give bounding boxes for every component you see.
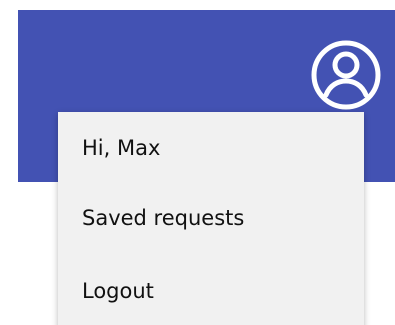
page: Hi, Max Saved requests Logout	[0, 0, 395, 325]
account-button[interactable]	[310, 39, 382, 111]
menu-item-logout[interactable]: Logout	[58, 263, 364, 319]
account-menu: Hi, Max Saved requests Logout	[58, 112, 364, 325]
menu-greeting: Hi, Max	[82, 136, 161, 160]
menu-item-saved-requests[interactable]: Saved requests	[58, 190, 364, 246]
account-circle-icon	[311, 40, 381, 110]
